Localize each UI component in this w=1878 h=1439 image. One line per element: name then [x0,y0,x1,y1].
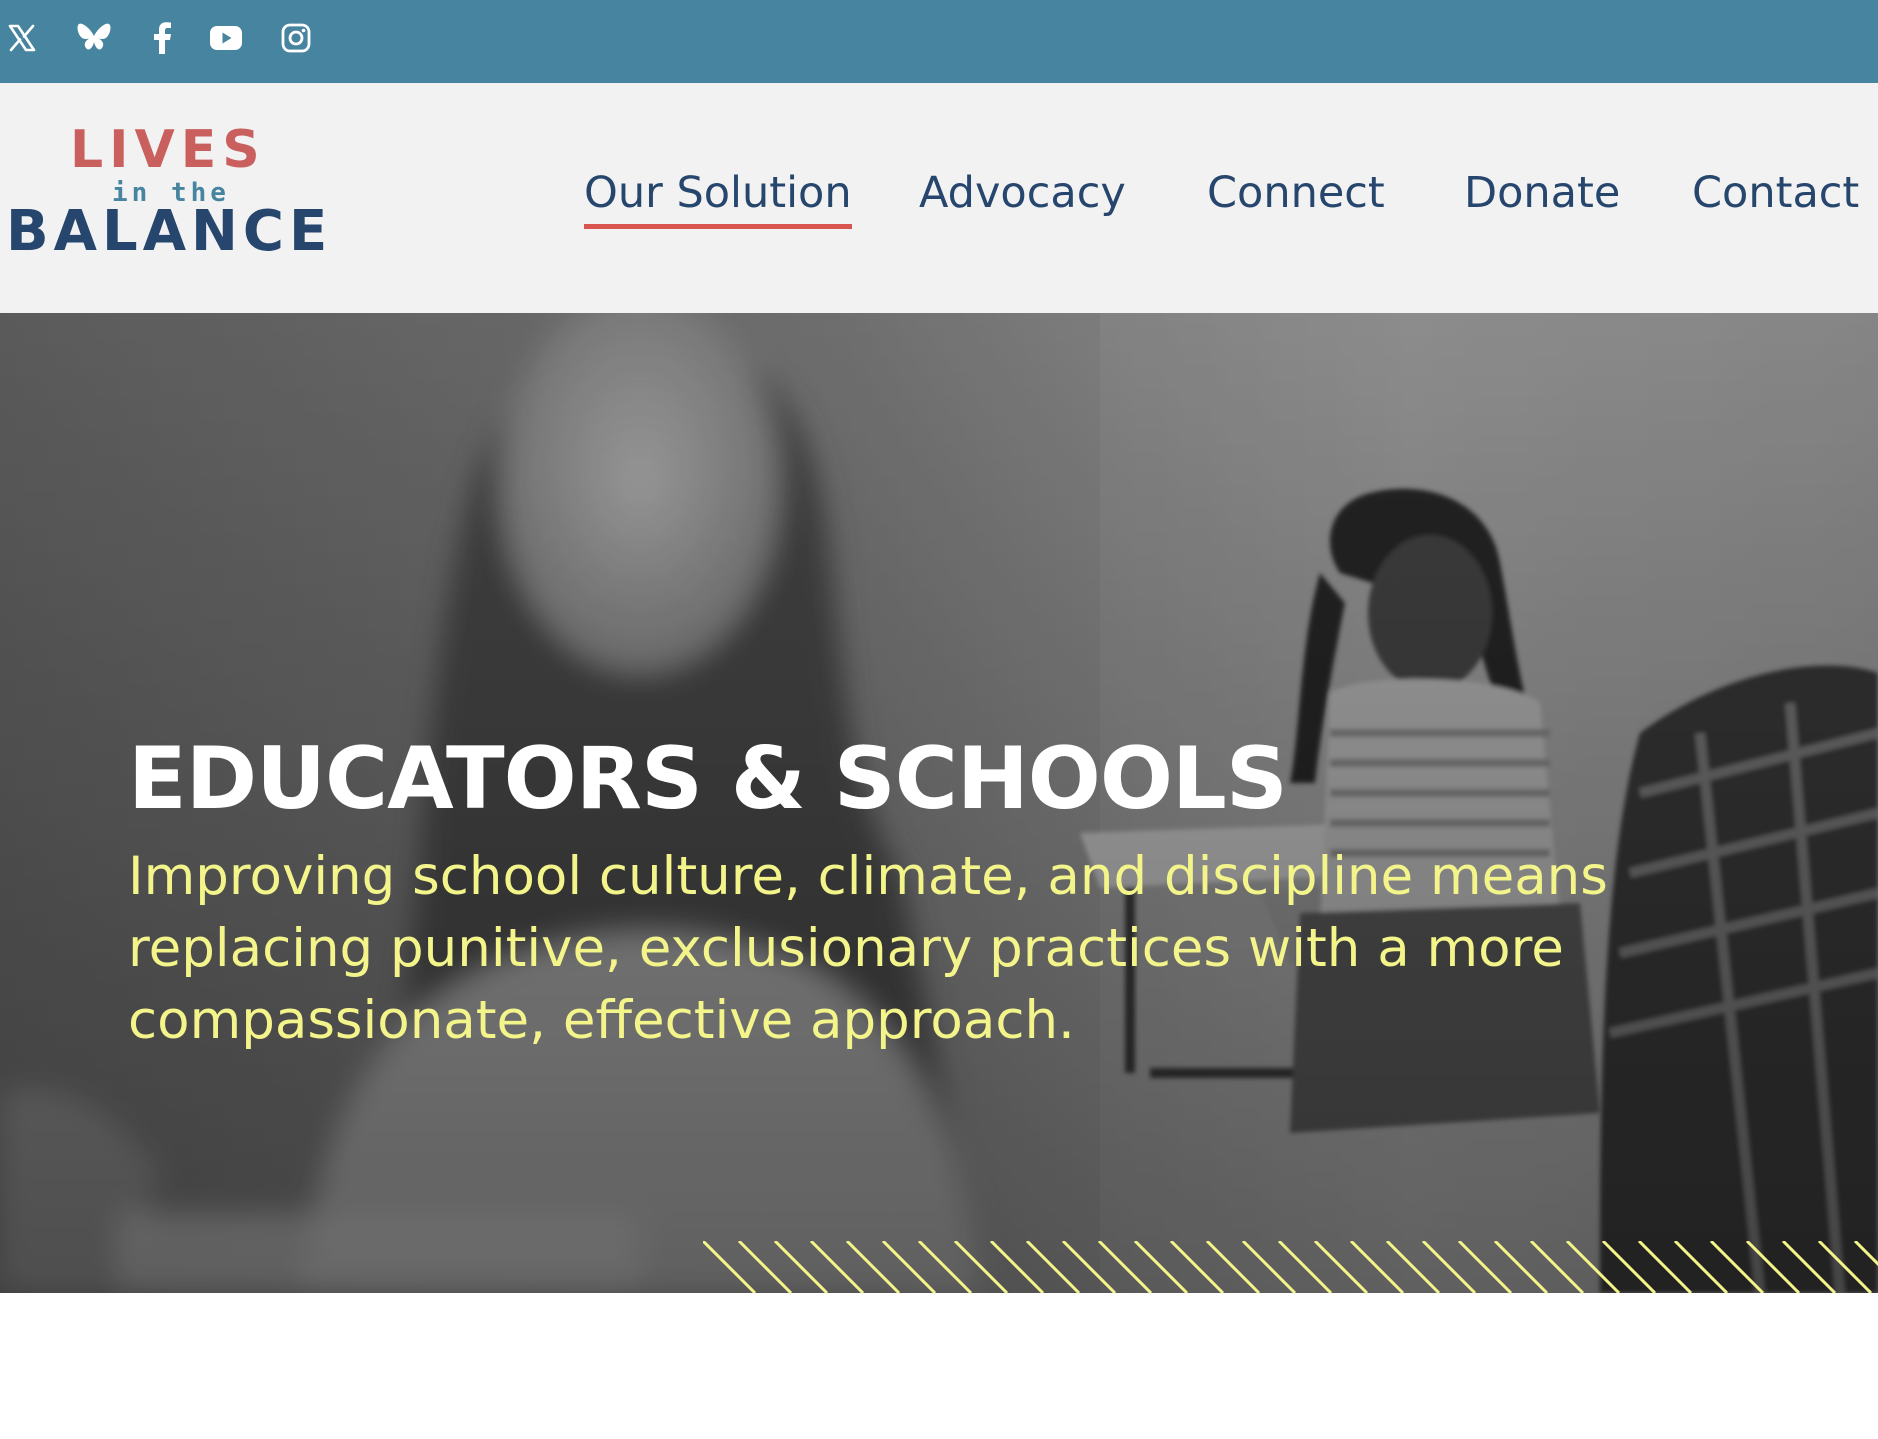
instagram-icon[interactable] [278,18,314,58]
nav-contact[interactable]: Contact [1692,163,1859,223]
logo-balance-text: BALANCE [6,199,333,264]
hero-subtitle: Improving school culture, climate, and d… [128,846,1608,1051]
hero-section: EDUCATORS & SCHOOLS Improving school cul… [0,313,1878,1293]
site-logo[interactable]: LIVES in the BALANCE [6,120,327,262]
decorative-stripes [703,1241,1878,1293]
facebook-icon[interactable] [144,18,180,58]
x-twitter-icon[interactable] [4,18,40,58]
nav-connect[interactable]: Connect [1207,163,1385,223]
nav-advocacy[interactable]: Advocacy [919,163,1126,223]
social-bar [0,0,1878,83]
decorative-stripe [1853,1241,1878,1267]
nav-our-solution[interactable]: Our Solution [584,163,852,229]
bluesky-icon[interactable] [76,18,112,58]
youtube-icon[interactable] [208,18,244,58]
nav-donate[interactable]: Donate [1464,163,1620,223]
site-header: LIVES in the BALANCE Our Solution Advoca… [0,83,1878,313]
hero-title: EDUCATORS & SCHOOLS [128,728,1288,829]
logo-lives-text: LIVES [70,120,266,180]
